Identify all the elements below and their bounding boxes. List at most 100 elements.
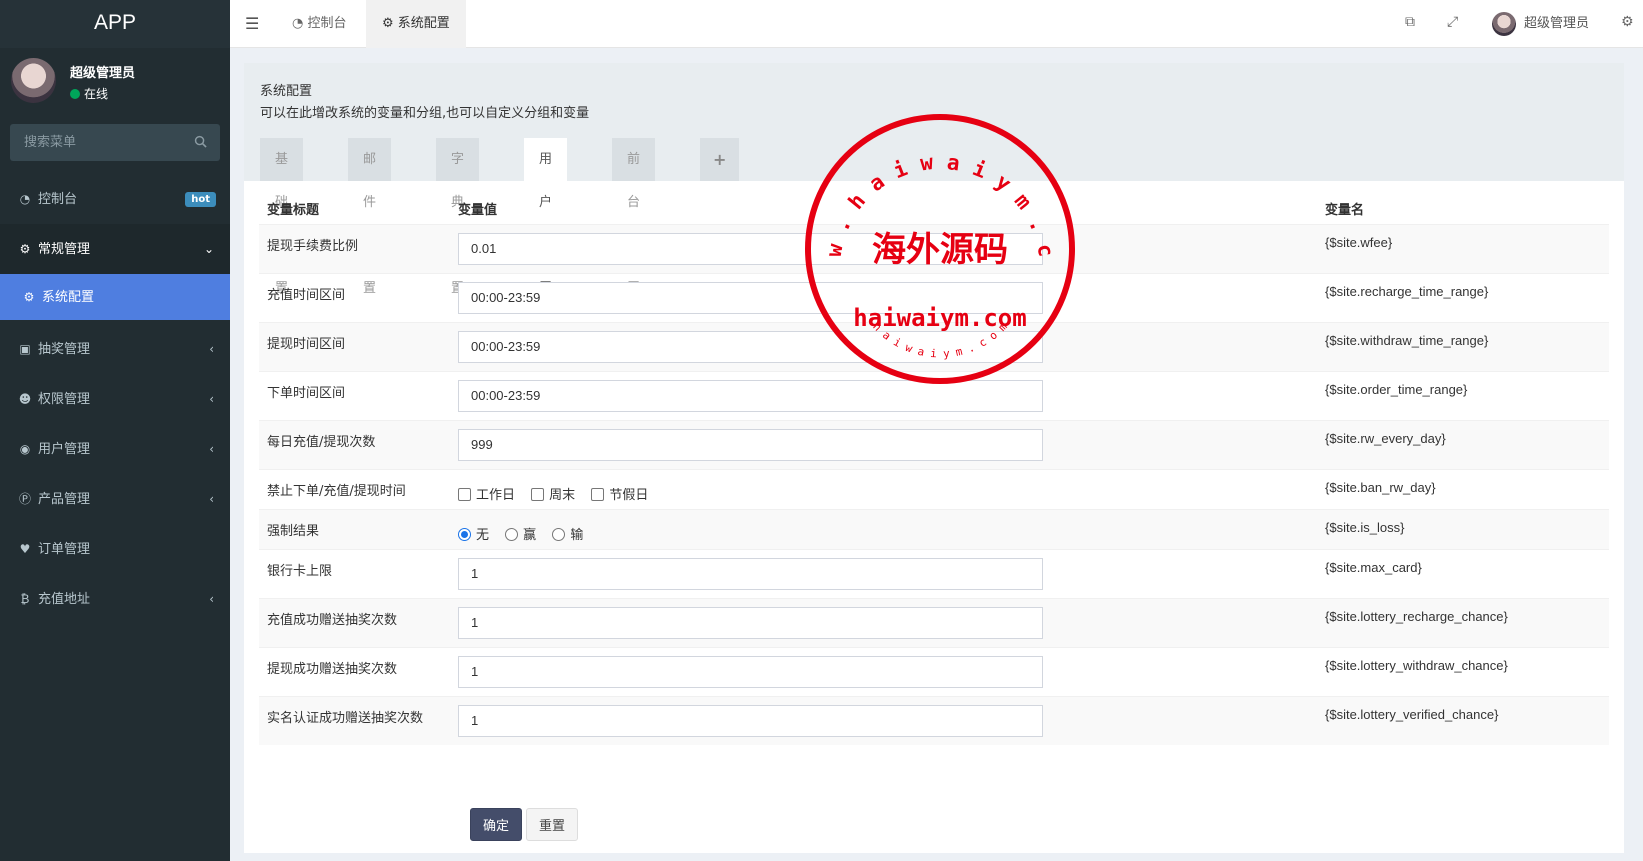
row-title: 提现手续费比例 xyxy=(259,223,450,273)
tab-dictionary[interactable]: 字典配置 xyxy=(436,138,480,296)
tab-frontend[interactable]: 前台配置 xyxy=(612,138,656,296)
lottery-withdraw-input[interactable]: 1 xyxy=(458,655,1043,688)
tab-user[interactable]: 用户配置 xyxy=(524,138,568,296)
reset-button[interactable]: 重置 xyxy=(526,808,578,841)
heartbeat-icon: ♥ xyxy=(19,542,31,556)
page-description: 可以在此增改系统的变量和分组,也可以自定义分组和变量 xyxy=(260,106,590,121)
row-title: 强制结果 xyxy=(259,508,450,549)
sidebar-item-permission[interactable]: ☻ 权限管理 ‹ xyxy=(0,374,230,424)
option-label: 节假日 xyxy=(609,487,649,503)
submit-button[interactable]: 确定 xyxy=(470,808,522,841)
radio[interactable] xyxy=(458,527,471,541)
table-row: 每日充值/提现次数 999 {$site.rw_every_day} xyxy=(259,419,1609,469)
row-var-name: {$site.rw_every_day} xyxy=(1317,419,1609,469)
sidebar-item-label: 抽奖管理 xyxy=(38,342,91,357)
gear-icon: ⚙ xyxy=(23,290,35,304)
option-label: 无 xyxy=(476,527,490,543)
page-title: 系统配置 xyxy=(260,84,313,99)
order-time-input[interactable]: 00:00-23:59 xyxy=(458,379,1043,412)
sidebar-item-recharge[interactable]: ₿ 充值地址 ‹ xyxy=(0,574,230,624)
chevron-left-icon: ‹ xyxy=(209,492,214,506)
bitcoin-icon: ₿ xyxy=(20,592,30,606)
radio-none[interactable]: 无 xyxy=(458,524,489,543)
clear-cache-icon[interactable]: ⧉ xyxy=(1405,14,1415,30)
sidebar-item-products[interactable]: Ⓟ 产品管理 ‹ xyxy=(0,474,230,524)
checkbox-weekend[interactable]: 周末 xyxy=(531,484,575,503)
chevron-left-icon: ‹ xyxy=(209,392,214,406)
gear-icon: ⚙ xyxy=(382,16,398,31)
config-panel: 系统配置 可以在此增改系统的变量和分组,也可以自定义分组和变量 基础配置 邮件配… xyxy=(244,63,1624,853)
radio[interactable] xyxy=(505,527,519,541)
row-title: 提现时间区间 xyxy=(259,321,450,371)
checkbox-holiday[interactable]: 节假日 xyxy=(591,484,648,503)
row-title: 银行卡上限 xyxy=(259,548,450,598)
checkbox[interactable] xyxy=(591,487,605,501)
sidebar: APP 超级管理员 在线 ◔ 控制台 hot ⚙ 常规管理 ⌄ ⚙ 系统配置 ▣ 抽奖管理 ‹… xyxy=(0,0,230,861)
row-var-name: {$site.ban_rw_day} xyxy=(1317,468,1609,509)
menu-toggle-icon[interactable]: ☰ xyxy=(245,14,259,33)
option-label: 输 xyxy=(570,527,584,543)
search-icon[interactable] xyxy=(194,135,207,148)
table-row: 提现时间区间 00:00-23:59 {$site.withdraw_time_… xyxy=(259,321,1609,371)
fullscreen-icon[interactable]: ⤢ xyxy=(1447,14,1458,30)
row-var-name: {$site.is_loss} xyxy=(1317,508,1609,549)
rw-every-day-input[interactable]: 999 xyxy=(458,428,1043,461)
table-row: 充值成功赠送抽奖次数 1 {$site.lottery_recharge_cha… xyxy=(259,597,1609,647)
radio-win[interactable]: 赢 xyxy=(505,524,536,543)
sidebar-menu: ◔ 控制台 hot ⚙ 常规管理 ⌄ ⚙ 系统配置 ▣ 抽奖管理 ‹ ☻ 权限管理 ‹ ◉ 用户管理… xyxy=(0,174,230,624)
header-avatar[interactable] xyxy=(1492,12,1516,36)
recharge-time-input[interactable]: 00:00-23:59 xyxy=(458,281,1043,314)
sidebar-item-users[interactable]: ◉ 用户管理 ‹ xyxy=(0,424,230,474)
sidebar-item-dashboard[interactable]: ◔ 控制台 hot xyxy=(0,174,230,224)
dashboard-icon: ◔ xyxy=(19,192,31,206)
hot-badge: hot xyxy=(185,192,216,207)
sidebar-item-label: 充值地址 xyxy=(38,592,91,607)
user-name: 超级管理员 xyxy=(70,66,136,81)
radio[interactable] xyxy=(552,527,566,541)
header-user-name[interactable]: 超级管理员 xyxy=(1524,0,1589,48)
chevron-left-icon: ‹ xyxy=(209,342,214,356)
tab-email[interactable]: 邮件配置 xyxy=(348,138,392,296)
tab-sysconfig[interactable]: ⚙ 系统配置 xyxy=(366,0,466,48)
chevron-down-icon: ⌄ xyxy=(203,242,214,256)
option-label: 周末 xyxy=(549,487,576,503)
radio-lose[interactable]: 输 xyxy=(552,524,583,543)
dashboard-icon: ◔ xyxy=(292,16,308,31)
checkbox[interactable] xyxy=(458,487,471,501)
top-header: ☰ ◔ 控制台 ⚙ 系统配置 ⧉ ⤢ 超级管理员 ⚙ xyxy=(230,0,1643,48)
app-logo[interactable]: APP xyxy=(0,0,230,48)
sidebar-item-orders[interactable]: ♥ 订单管理 xyxy=(0,524,230,574)
table-row: 实名认证成功赠送抽奖次数 1 {$site.lottery_verified_c… xyxy=(259,695,1609,745)
lottery-verified-input[interactable]: 1 xyxy=(458,704,1043,737)
checkbox-workday[interactable]: 工作日 xyxy=(458,484,515,503)
tab-dashboard[interactable]: ◔ 控制台 xyxy=(276,0,363,48)
tab-basic[interactable]: 基础配置 xyxy=(260,138,304,296)
option-label: 赢 xyxy=(523,527,537,543)
row-var-name: {$site.lottery_verified_chance} xyxy=(1317,695,1609,745)
settings-gear-icon[interactable]: ⚙ xyxy=(1621,14,1634,30)
tab-label: 控制台 xyxy=(307,16,347,31)
sidebar-item-general[interactable]: ⚙ 常规管理 ⌄ xyxy=(0,224,230,274)
row-var-name: {$site.max_card} xyxy=(1317,548,1609,598)
row-var-name: {$site.withdraw_time_range} xyxy=(1317,321,1609,371)
search-input[interactable] xyxy=(10,124,190,161)
wfee-input[interactable]: 0.01 xyxy=(458,232,1043,265)
cogs-icon: ⚙ xyxy=(19,242,31,256)
sidebar-item-lottery[interactable]: ▣ 抽奖管理 ‹ xyxy=(0,324,230,374)
table-row: 提现成功赠送抽奖次数 1 {$site.lottery_withdraw_cha… xyxy=(259,646,1609,696)
panel-heading: 系统配置 可以在此增改系统的变量和分组,也可以自定义分组和变量 基础配置 邮件配… xyxy=(244,63,1624,296)
row-title: 下单时间区间 xyxy=(259,370,450,420)
tab-label: 系统配置 xyxy=(397,16,450,31)
max-card-input[interactable]: 1 xyxy=(458,557,1043,590)
sidebar-item-sysconfig[interactable]: ⚙ 系统配置 xyxy=(0,274,230,320)
sidebar-item-label: 权限管理 xyxy=(38,392,91,407)
user-panel: 超级管理员 在线 xyxy=(0,48,230,120)
add-tab-button[interactable]: + xyxy=(700,138,740,181)
online-dot-icon xyxy=(70,89,80,99)
checkbox[interactable] xyxy=(531,487,545,501)
status-label: 在线 xyxy=(84,87,109,101)
col-header-name: 变量名 xyxy=(1325,202,1365,218)
config-table: 变量标题 变量值 变量名 提现手续费比例 0.01 {$site.wfee} 充… xyxy=(259,193,1609,745)
lottery-recharge-input[interactable]: 1 xyxy=(458,606,1043,639)
withdraw-time-input[interactable]: 00:00-23:59 xyxy=(458,330,1043,363)
